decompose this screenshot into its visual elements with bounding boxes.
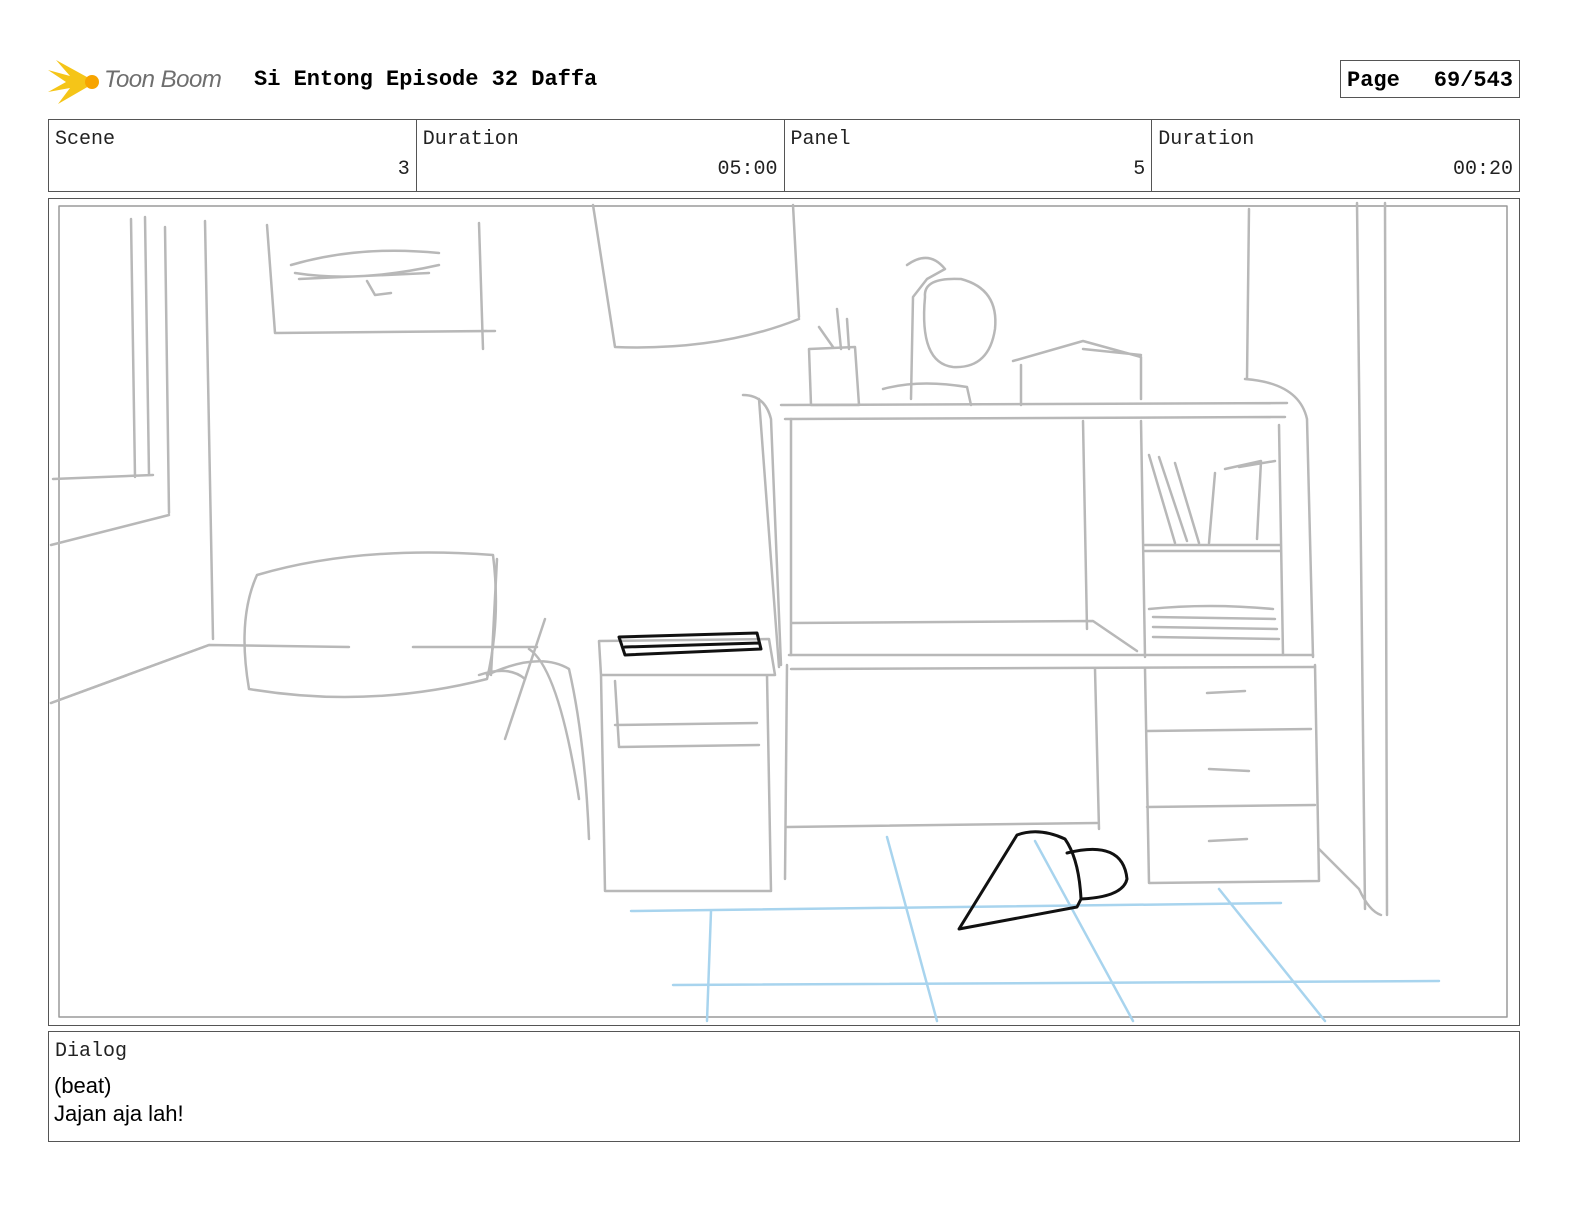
- panel-duration-value: 00:20: [1452, 158, 1513, 181]
- dialog-line: (beat): [54, 1073, 112, 1098]
- panel-cell: Panel 5: [785, 120, 1153, 191]
- page-indicator: Page 69/543: [1340, 60, 1520, 98]
- scene-info-table: Scene 3 Duration 05:00 Panel 5 Duration …: [48, 119, 1520, 192]
- panel-label: Panel: [790, 128, 851, 151]
- storyboard-panel: [48, 198, 1520, 1026]
- dialog-box: Dialog (beat) Jajan aja lah!: [48, 1031, 1520, 1142]
- scene-duration-value: 05:00: [717, 158, 778, 181]
- inner-frame: [58, 205, 1508, 1018]
- scene-label: Scene: [55, 128, 116, 151]
- page-label: Page: [1347, 68, 1400, 93]
- scene-value: 3: [397, 158, 410, 181]
- scene-duration-label: Duration: [422, 128, 519, 151]
- starburst-icon: [48, 60, 99, 104]
- page-number: 69/543: [1433, 68, 1513, 93]
- room-background-sketch: [49, 201, 1389, 917]
- storyboard-header: Toon Boom Si Entong Episode 32 Daffa Pag…: [48, 52, 1520, 108]
- dialog-line: Jajan aja lah!: [54, 1101, 184, 1126]
- dialog-label: Dialog: [55, 1040, 128, 1063]
- panel-duration-cell: Duration 00:20: [1152, 120, 1519, 191]
- scene-duration-cell: Duration 05:00: [417, 120, 785, 191]
- ice-cream-scoop: [1065, 847, 1129, 901]
- document-title: Si Entong Episode 32 Daffa: [254, 67, 598, 92]
- panel-value: 5: [1133, 158, 1146, 181]
- scene-cell: Scene 3: [49, 120, 417, 191]
- ice-cream-cone: [957, 830, 1083, 931]
- panel-sketch: [49, 201, 1508, 1023]
- dialog-text: (beat) Jajan aja lah!: [54, 1072, 184, 1128]
- logo-text: Toon Boom: [104, 66, 222, 93]
- toon-boom-logo: Toon Boom: [48, 56, 238, 108]
- book-on-nightstand: [617, 631, 763, 657]
- foreground-ink: [617, 631, 1129, 931]
- panel-duration-label: Duration: [1158, 128, 1255, 151]
